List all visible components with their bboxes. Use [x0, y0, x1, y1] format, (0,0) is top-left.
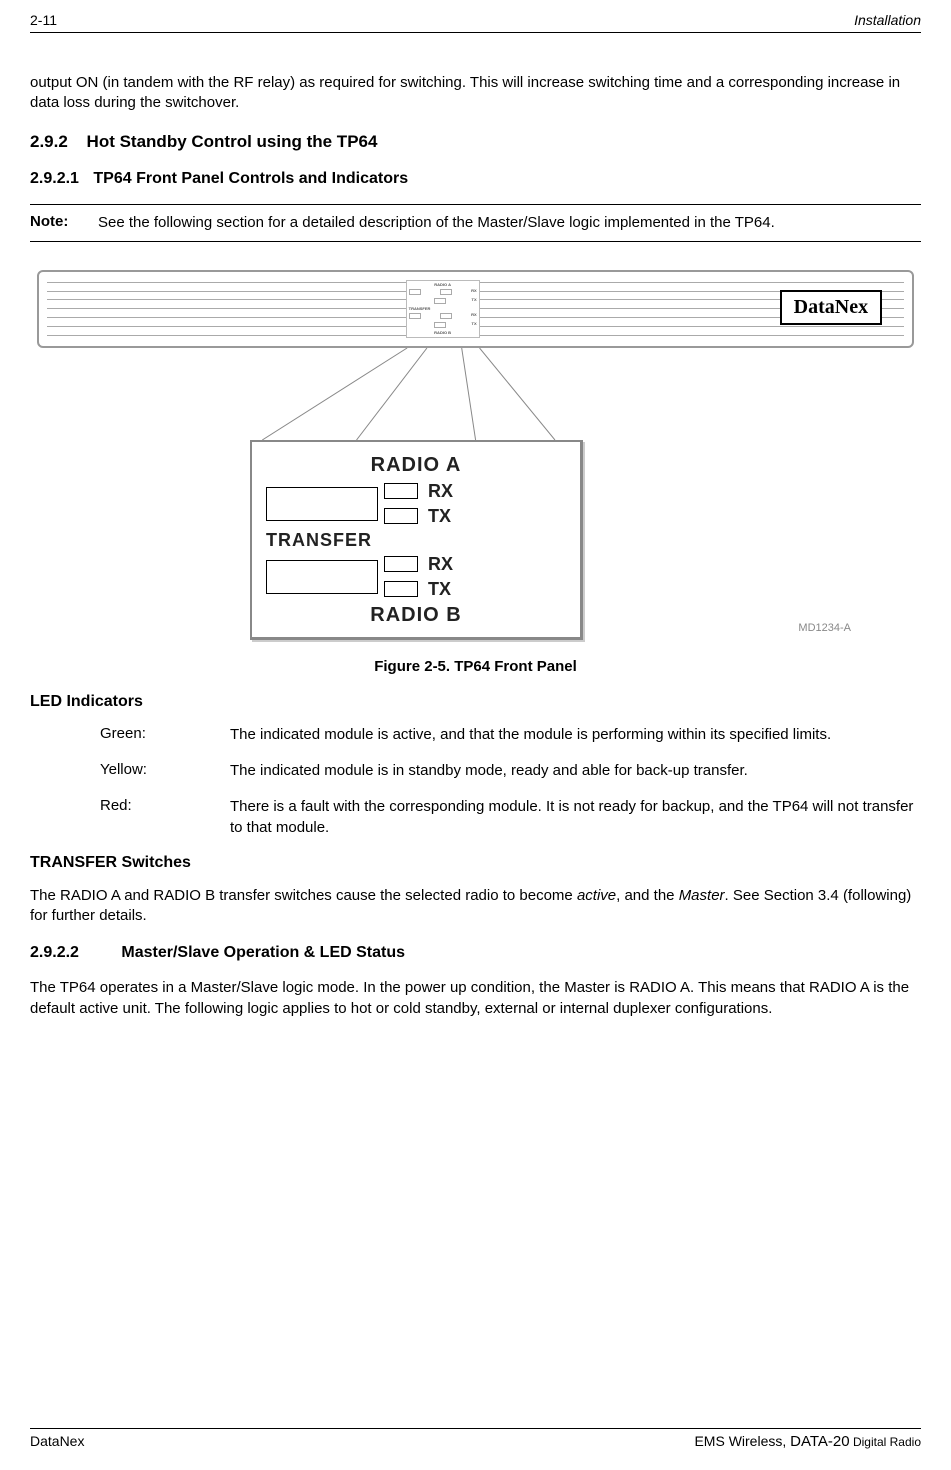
- heading-2-9-2-2-title: Master/Slave Operation & LED Status: [121, 944, 405, 961]
- heading-2-9-2-title: Hot Standby Control using the TP64: [87, 132, 378, 151]
- master-slave-paragraph: The TP64 operates in a Master/Slave logi…: [30, 978, 921, 1019]
- zoom-led-b-tx: [384, 581, 418, 597]
- header-section-title: Installation: [854, 12, 921, 28]
- rack-unit: RADIO A RX TX TRANSFER RX TX RADIO B Dat…: [37, 270, 914, 348]
- indicator-green-label: Green:: [100, 725, 230, 745]
- footer-left: DataNex: [30, 1433, 84, 1450]
- transfer-switches-heading: TRANSFER Switches: [30, 854, 921, 872]
- indicator-green: Green: The indicated module is active, a…: [100, 725, 921, 745]
- page-header: 2-11 Installation: [30, 12, 921, 33]
- indicator-red-text: There is a fault with the corresponding …: [230, 797, 921, 838]
- zoom-radio-a-label: RADIO A: [266, 454, 566, 477]
- heading-2-9-2-2: 2.9.2.2 Master/Slave Operation & LED Sta…: [30, 944, 921, 962]
- zoom-transfer-label: TRANSFER: [266, 530, 566, 551]
- note-block: Note: See the following section for a de…: [30, 204, 921, 242]
- heading-2-9-2-2-num: 2.9.2.2: [30, 944, 79, 961]
- note-text: See the following section for a detailed…: [98, 213, 921, 233]
- header-page-num: 2-11: [30, 12, 57, 28]
- figure-2-5: RADIO A RX TX TRANSFER RX TX RADIO B Dat…: [30, 270, 921, 675]
- zoom-tx-a-label: TX: [428, 506, 451, 527]
- indicator-red: Red: There is a fault with the correspon…: [100, 797, 921, 838]
- zoom-tx-b-label: TX: [428, 579, 451, 600]
- indicator-yellow-text: The indicated module is in standby mode,…: [230, 761, 921, 781]
- indicator-yellow-label: Yellow:: [100, 761, 230, 781]
- rack-mini-panel: RADIO A RX TX TRANSFER RX TX RADIO B: [406, 280, 480, 338]
- zoom-panel: RADIO A RX TX TRANSFER: [250, 440, 583, 640]
- heading-2-9-2-1-title: TP64 Front Panel Controls and Indicators: [93, 170, 408, 187]
- zoom-led-a-tx: [384, 508, 418, 524]
- zoom-transfer-b-switch: [266, 560, 378, 594]
- led-indicators-heading: LED Indicators: [30, 693, 921, 711]
- zoom-transfer-a-switch: [266, 487, 378, 521]
- transfer-paragraph: The RADIO A and RADIO B transfer switche…: [30, 886, 921, 927]
- indicator-green-text: The indicated module is active, and that…: [230, 725, 921, 745]
- heading-2-9-2: 2.9.2 Hot Standby Control using the TP64: [30, 132, 921, 152]
- projection-lines: [39, 348, 912, 440]
- footer-right: EMS Wireless, DATA-20 Digital Radio: [694, 1433, 921, 1450]
- datanex-label: DataNex: [780, 290, 882, 325]
- zoom-rx-b-label: RX: [428, 554, 453, 575]
- zoom-led-a-rx: [384, 483, 418, 499]
- page-footer: DataNex EMS Wireless, DATA-20 Digital Ra…: [30, 1428, 921, 1450]
- zoom-led-b-rx: [384, 556, 418, 572]
- indicator-red-label: Red:: [100, 797, 230, 838]
- note-label: Note:: [30, 213, 98, 233]
- intro-paragraph: output ON (in tandem with the RF relay) …: [30, 73, 921, 114]
- heading-2-9-2-num: 2.9.2: [30, 132, 68, 151]
- heading-2-9-2-1: 2.9.2.1 TP64 Front Panel Controls and In…: [30, 170, 921, 188]
- zoom-rx-a-label: RX: [428, 481, 453, 502]
- indicator-yellow: Yellow: The indicated module is in stand…: [100, 761, 921, 781]
- heading-2-9-2-1-num: 2.9.2.1: [30, 170, 79, 187]
- figure-caption: Figure 2-5. TP64 Front Panel: [30, 658, 921, 675]
